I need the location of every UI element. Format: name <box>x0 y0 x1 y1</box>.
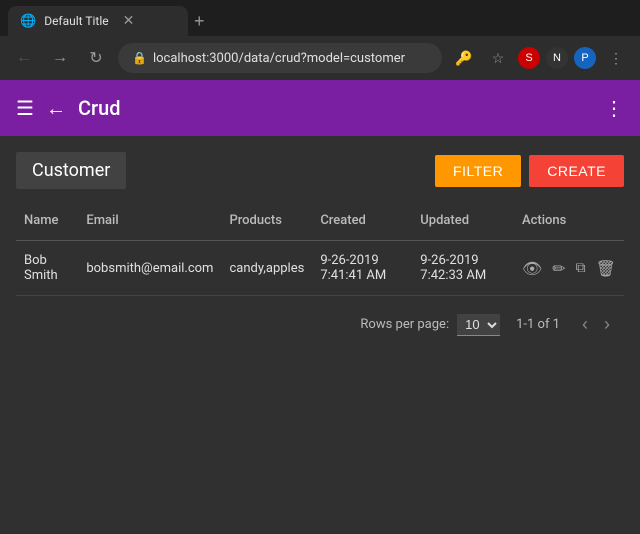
prev-page-button[interactable]: ‹ <box>576 312 594 337</box>
col-email: Email <box>78 205 221 241</box>
extensions-menu-button[interactable]: ⋮ <box>602 44 630 72</box>
page-info: 1-1 of 1 <box>516 317 560 332</box>
table-actions: FILTER CREATE <box>435 155 624 187</box>
app-container: ☰ ← Crud ⋮ Customer FILTER CREATE Name E… <box>0 80 640 534</box>
more-options-icon[interactable]: ⋮ <box>604 96 624 120</box>
rows-per-page-label: Rows per page: <box>360 317 449 332</box>
col-products: Products <box>221 205 312 241</box>
cell-name: Bob Smith <box>16 241 78 296</box>
menu-icon[interactable]: ☰ <box>16 96 34 120</box>
tab-title: Default Title <box>44 14 108 28</box>
browser-tab[interactable]: 🌐 Default Title ✕ <box>8 6 188 36</box>
browser-chrome: 🌐 Default Title ✕ + ← → ↻ 🔒 localhost:30… <box>0 0 640 80</box>
new-tab-button[interactable]: + <box>188 11 211 32</box>
create-button[interactable]: CREATE <box>529 155 624 187</box>
col-actions: Actions <box>514 205 624 241</box>
col-updated: Updated <box>412 205 514 241</box>
table-body: Bob Smith bobsmith@email.com candy,apple… <box>16 241 624 296</box>
browser-actions: 🔑 ☆ S N P ⋮ <box>450 44 630 72</box>
section-title: Customer <box>16 152 126 189</box>
tab-bar: 🌐 Default Title ✕ + <box>0 0 640 36</box>
data-table: Name Email Products Created Updated Acti… <box>16 205 624 296</box>
url-text: localhost:3000/data/crud?model=customer <box>153 51 405 66</box>
rows-per-page-select[interactable]: 10 25 50 <box>457 314 500 336</box>
edit-icon[interactable]: ✏ <box>552 259 565 278</box>
table-header: Customer FILTER CREATE <box>16 152 624 189</box>
cell-actions: 👁 ✏ ⧉ 🗑 <box>514 241 624 296</box>
key-icon[interactable]: 🔑 <box>450 44 478 72</box>
main-content: Customer FILTER CREATE Name Email Produc… <box>0 136 640 369</box>
rows-per-page-control: Rows per page: 10 25 50 <box>360 314 500 336</box>
extension-icon-dark[interactable]: N <box>546 47 568 69</box>
table-header-row: Name Email Products Created Updated Acti… <box>16 205 624 241</box>
delete-icon[interactable]: 🗑 <box>596 259 616 278</box>
cell-updated: 9-26-2019 7:42:33 AM <box>412 241 514 296</box>
reload-button[interactable]: ↻ <box>82 44 110 72</box>
browser-toolbar: ← → ↻ 🔒 localhost:3000/data/crud?model=c… <box>0 36 640 80</box>
next-page-button[interactable]: › <box>598 312 616 337</box>
forward-button[interactable]: → <box>46 44 74 72</box>
address-bar[interactable]: 🔒 localhost:3000/data/crud?model=custome… <box>118 43 442 73</box>
tab-close-icon[interactable]: ✕ <box>123 13 135 29</box>
pagination: Rows per page: 10 25 50 1-1 of 1 ‹ › <box>16 296 624 353</box>
page-navigation: ‹ › <box>576 312 616 337</box>
cell-created: 9-26-2019 7:41:41 AM <box>312 241 412 296</box>
profile-icon[interactable]: P <box>574 47 596 69</box>
app-title: Crud <box>78 96 592 120</box>
app-toolbar: ☰ ← Crud ⋮ <box>0 80 640 136</box>
star-icon[interactable]: ☆ <box>484 44 512 72</box>
cell-email: bobsmith@email.com <box>78 241 221 296</box>
col-name: Name <box>16 205 78 241</box>
row-actions: 👁 ✏ ⧉ 🗑 <box>522 259 616 278</box>
back-nav-icon[interactable]: ← <box>46 96 66 121</box>
col-created: Created <box>312 205 412 241</box>
cell-products: candy,apples <box>221 241 312 296</box>
table-row: Bob Smith bobsmith@email.com candy,apple… <box>16 241 624 296</box>
table-head: Name Email Products Created Updated Acti… <box>16 205 624 241</box>
extension-icon-red[interactable]: S <box>518 47 540 69</box>
address-secure-icon: 🔒 <box>132 51 147 65</box>
filter-button[interactable]: FILTER <box>435 155 521 187</box>
copy-icon[interactable]: ⧉ <box>576 260 586 276</box>
back-button[interactable]: ← <box>10 44 38 72</box>
view-icon[interactable]: 👁 <box>522 259 542 278</box>
